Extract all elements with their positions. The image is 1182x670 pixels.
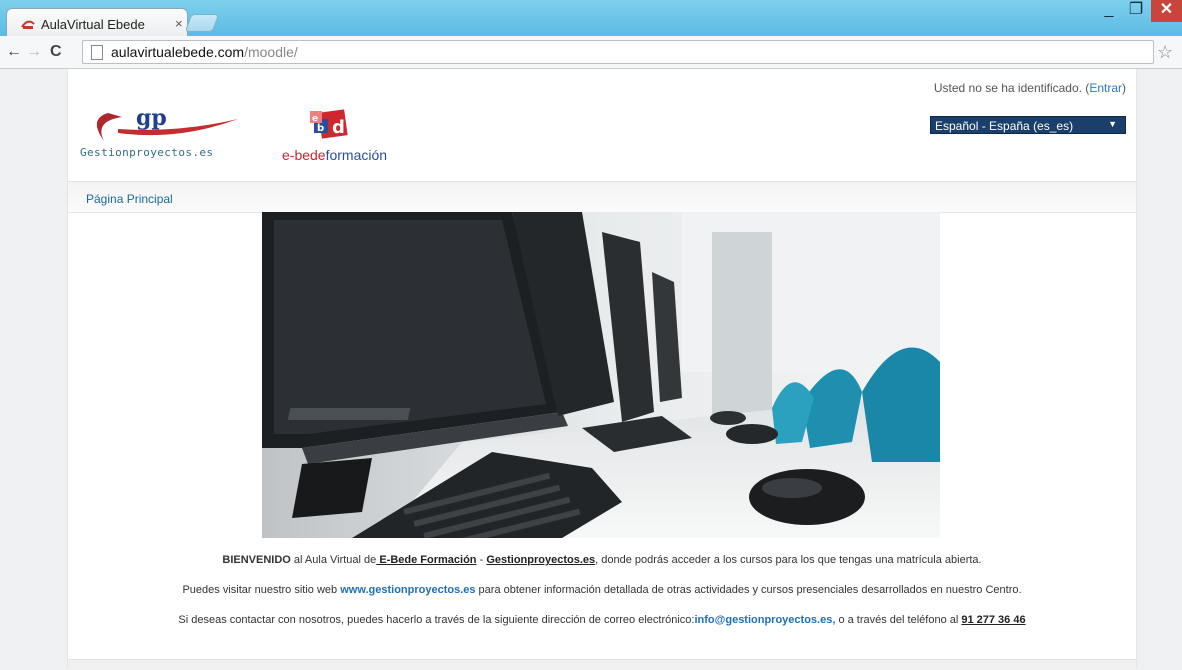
phone-link[interactable]: 91 277 36 46 xyxy=(961,614,1025,626)
ebede-logo[interactable]: d e b e-bedeformación xyxy=(282,105,398,163)
browser-toolbar: ← → C aulavirtualebede.com/moodle/ ☆ xyxy=(0,36,1182,69)
login-link[interactable]: Entrar xyxy=(1089,81,1122,95)
gestionproyectos-logo[interactable]: gp Gestionproyectos.es xyxy=(78,105,268,161)
website-text-1: Puedes visitar nuestro sitio web xyxy=(182,584,341,596)
gp-swoosh-icon: gp xyxy=(96,105,238,141)
page-container: Usted no se ha identificado. (Entrar) Es… xyxy=(67,69,1137,670)
tab-title: AulaVirtual Ebede xyxy=(41,17,145,32)
footer-bar xyxy=(68,659,1136,670)
favicon-icon xyxy=(21,20,35,29)
svg-text:d: d xyxy=(332,117,345,138)
maximize-button[interactable]: ❐ xyxy=(1124,0,1148,22)
url-host: aulavirtualebede.com xyxy=(111,44,245,60)
page-icon xyxy=(91,45,103,60)
navbar: Página Principal xyxy=(68,181,1136,213)
close-window-button[interactable]: ✕ xyxy=(1151,0,1182,22)
welcome-paragraph: BIENVENIDO al Aula Virtual de E-Bede For… xyxy=(68,554,1136,566)
welcome-text-1: al Aula Virtual de xyxy=(290,554,377,566)
dropdown-caret-icon: ▼ xyxy=(1108,119,1117,129)
logo-ebede-prefix: e-bede xyxy=(282,147,326,163)
contact-paragraph: Si deseas contactar con nosotros, puedes… xyxy=(68,614,1136,626)
website-link[interactable]: www.gestionproyectos.es xyxy=(340,584,475,596)
browser-tab[interactable]: AulaVirtual Ebede × xyxy=(6,8,188,37)
email-link[interactable]: info@gestionproyectos.es, xyxy=(694,614,835,626)
new-tab-button[interactable] xyxy=(184,14,220,32)
website-text-2: para obtener información detallada de ot… xyxy=(475,584,1022,596)
page-viewport: Usted no se ha identificado. (Entrar) Es… xyxy=(0,69,1182,670)
address-bar[interactable]: aulavirtualebede.com/moodle/ xyxy=(82,40,1154,64)
site-header: Usted no se ha identificado. (Entrar) Es… xyxy=(68,69,1136,181)
logo-ebede-text: e-bedeformación xyxy=(282,147,387,163)
bookmark-star-icon[interactable]: ☆ xyxy=(1157,42,1173,63)
gestionproyectos-link[interactable]: Gestionproyectos.es xyxy=(486,554,595,566)
login-text-end: ) xyxy=(1122,81,1126,95)
tab-close-icon[interactable]: × xyxy=(175,16,183,31)
svg-text:b: b xyxy=(317,123,324,134)
url-path: /moodle/ xyxy=(244,44,298,60)
website-paragraph: Puedes visitar nuestro sitio web www.ges… xyxy=(68,584,1136,596)
forward-arrow-icon[interactable]: → xyxy=(26,43,42,61)
language-selected-value: Español - España (es_es) xyxy=(935,119,1074,133)
contact-text-2: o a través del teléfono al xyxy=(835,614,962,626)
ebede-link[interactable]: E-Bede Formación xyxy=(376,554,476,566)
back-arrow-icon[interactable]: ← xyxy=(6,43,22,61)
url-text: aulavirtualebede.com/moodle/ xyxy=(111,44,298,60)
breadcrumb-home-link[interactable]: Página Principal xyxy=(86,192,173,206)
welcome-bold: BIENVENIDO xyxy=(222,554,291,566)
login-info: Usted no se ha identificado. (Entrar) xyxy=(934,81,1126,95)
login-text: Usted no se ha identificado. ( xyxy=(933,81,1090,95)
computer-lab-image xyxy=(262,212,940,538)
logo-gp-mark: gp xyxy=(136,105,167,131)
reload-icon[interactable]: C xyxy=(50,43,62,61)
logo-ebede-suffix: formación xyxy=(325,147,388,163)
minimize-button[interactable]: _ xyxy=(1097,0,1121,22)
ebede-cube-icon: d e b xyxy=(310,109,348,139)
welcome-text-3: , donde podrás acceder a los cursos para… xyxy=(595,554,982,566)
welcome-text-2: - xyxy=(476,554,487,566)
browser-titlebar: AulaVirtual Ebede × _ ❐ ✕ xyxy=(0,0,1182,37)
contact-text-1: Si deseas contactar con nosotros, puedes… xyxy=(178,614,695,626)
logo-gp-text: Gestionproyectos.es xyxy=(80,146,214,159)
language-select[interactable]: Español - España (es_es) ▼ xyxy=(930,116,1126,134)
